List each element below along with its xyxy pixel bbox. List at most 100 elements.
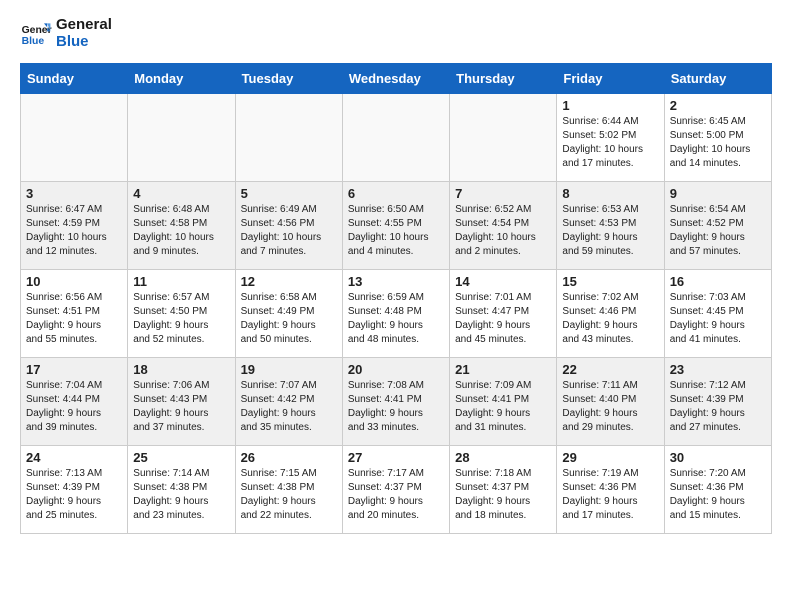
day-info: Sunrise: 7:02 AMSunset: 4:46 PMDaylight:… (562, 291, 658, 347)
day-number: 22 (562, 362, 658, 377)
week-row-5: 24Sunrise: 7:13 AMSunset: 4:39 PMDayligh… (21, 445, 772, 533)
day-info: Sunrise: 6:57 AMSunset: 4:50 PMDaylight:… (133, 291, 229, 347)
logo-icon: General Blue (20, 17, 52, 49)
day-number: 26 (241, 450, 337, 465)
day-info: Sunrise: 7:07 AMSunset: 4:42 PMDaylight:… (241, 379, 337, 435)
day-number: 13 (348, 274, 444, 289)
day-number: 25 (133, 450, 229, 465)
svg-text:Blue: Blue (22, 36, 45, 47)
day-cell: 10 Sunrise: 6:56 AMSunset: 4:51 PMDayligh… (21, 269, 128, 357)
day-cell: 12 Sunrise: 6:58 AMSunset: 4:49 PMDayligh… (235, 269, 342, 357)
day-info: Sunrise: 6:52 AMSunset: 4:54 PMDaylight:… (455, 203, 551, 259)
day-info: Sunrise: 6:45 AMSunset: 5:00 PMDaylight:… (670, 115, 766, 171)
day-cell: 15 Sunrise: 7:02 AMSunset: 4:46 PMDayligh… (557, 269, 664, 357)
logo-blue: Blue (56, 33, 112, 50)
day-number: 3 (26, 186, 122, 201)
day-cell: 17Sunrise: 7:04 AMSunset: 4:44 PMDayligh… (21, 357, 128, 445)
day-info: Sunrise: 7:18 AMSunset: 4:37 PMDaylight:… (455, 467, 551, 523)
day-info: Sunrise: 6:49 AMSunset: 4:56 PMDaylight:… (241, 203, 337, 259)
day-number: 7 (455, 186, 551, 201)
day-number: 27 (348, 450, 444, 465)
logo-general: General (56, 16, 112, 33)
calendar-table: SundayMondayTuesdayWednesdayThursdayFrid… (20, 63, 772, 534)
day-number: 8 (562, 186, 658, 201)
day-cell: 1Sunrise: 6:44 AMSunset: 5:02 PMDaylight… (557, 93, 664, 181)
page: General Blue General Blue SundayMondayTu… (0, 0, 792, 554)
weekday-header-wednesday: Wednesday (342, 63, 449, 93)
day-cell: 6 Sunrise: 6:50 AMSunset: 4:55 PMDaylight… (342, 181, 449, 269)
day-number: 9 (670, 186, 766, 201)
day-info: Sunrise: 6:48 AMSunset: 4:58 PMDaylight:… (133, 203, 229, 259)
day-cell: 20Sunrise: 7:08 AMSunset: 4:41 PMDayligh… (342, 357, 449, 445)
day-number: 19 (241, 362, 337, 377)
day-cell: 18Sunrise: 7:06 AMSunset: 4:43 PMDayligh… (128, 357, 235, 445)
day-number: 16 (670, 274, 766, 289)
day-number: 24 (26, 450, 122, 465)
day-info: Sunrise: 7:15 AMSunset: 4:38 PMDaylight:… (241, 467, 337, 523)
day-number: 6 (348, 186, 444, 201)
day-cell: 23 Sunrise: 7:12 AMSunset: 4:39 PMDayligh… (664, 357, 771, 445)
week-row-4: 17Sunrise: 7:04 AMSunset: 4:44 PMDayligh… (21, 357, 772, 445)
day-cell: 8 Sunrise: 6:53 AMSunset: 4:53 PMDaylight… (557, 181, 664, 269)
header: General Blue General Blue (20, 16, 772, 51)
day-cell: 5 Sunrise: 6:49 AMSunset: 4:56 PMDaylight… (235, 181, 342, 269)
weekday-header-tuesday: Tuesday (235, 63, 342, 93)
day-number: 23 (670, 362, 766, 377)
day-number: 5 (241, 186, 337, 201)
day-cell (450, 93, 557, 181)
day-info: Sunrise: 6:53 AMSunset: 4:53 PMDaylight:… (562, 203, 658, 259)
day-cell: 2 Sunrise: 6:45 AMSunset: 5:00 PMDaylight… (664, 93, 771, 181)
day-info: Sunrise: 6:50 AMSunset: 4:55 PMDaylight:… (348, 203, 444, 259)
week-row-1: 1Sunrise: 6:44 AMSunset: 5:02 PMDaylight… (21, 93, 772, 181)
day-info: Sunrise: 7:19 AMSunset: 4:36 PMDaylight:… (562, 467, 658, 523)
weekday-header-row: SundayMondayTuesdayWednesdayThursdayFrid… (21, 63, 772, 93)
week-row-2: 3 Sunrise: 6:47 AMSunset: 4:59 PMDaylight… (21, 181, 772, 269)
day-info: Sunrise: 7:17 AMSunset: 4:37 PMDaylight:… (348, 467, 444, 523)
day-cell (21, 93, 128, 181)
logo: General Blue General Blue (20, 16, 112, 51)
day-number: 20 (348, 362, 444, 377)
day-cell: 7 Sunrise: 6:52 AMSunset: 4:54 PMDaylight… (450, 181, 557, 269)
day-cell (128, 93, 235, 181)
day-cell: 11Sunrise: 6:57 AMSunset: 4:50 PMDayligh… (128, 269, 235, 357)
day-cell: 29 Sunrise: 7:19 AMSunset: 4:36 PMDayligh… (557, 445, 664, 533)
day-cell: 19 Sunrise: 7:07 AMSunset: 4:42 PMDayligh… (235, 357, 342, 445)
day-cell: 25 Sunrise: 7:14 AMSunset: 4:38 PMDayligh… (128, 445, 235, 533)
day-info: Sunrise: 6:44 AMSunset: 5:02 PMDaylight:… (562, 115, 658, 171)
day-cell: 9Sunrise: 6:54 AMSunset: 4:52 PMDaylight… (664, 181, 771, 269)
day-number: 14 (455, 274, 551, 289)
day-cell: 21Sunrise: 7:09 AMSunset: 4:41 PMDayligh… (450, 357, 557, 445)
day-number: 2 (670, 98, 766, 113)
day-cell: 3 Sunrise: 6:47 AMSunset: 4:59 PMDaylight… (21, 181, 128, 269)
day-number: 21 (455, 362, 551, 377)
day-cell (342, 93, 449, 181)
week-row-3: 10 Sunrise: 6:56 AMSunset: 4:51 PMDayligh… (21, 269, 772, 357)
day-info: Sunrise: 6:58 AMSunset: 4:49 PMDaylight:… (241, 291, 337, 347)
day-info: Sunrise: 7:11 AMSunset: 4:40 PMDaylight:… (562, 379, 658, 435)
day-number: 10 (26, 274, 122, 289)
day-cell: 14 Sunrise: 7:01 AMSunset: 4:47 PMDayligh… (450, 269, 557, 357)
day-cell: 16 Sunrise: 7:03 AMSunset: 4:45 PMDayligh… (664, 269, 771, 357)
day-info: Sunrise: 7:03 AMSunset: 4:45 PMDaylight:… (670, 291, 766, 347)
day-cell: 13Sunrise: 6:59 AMSunset: 4:48 PMDayligh… (342, 269, 449, 357)
day-info: Sunrise: 7:20 AMSunset: 4:36 PMDaylight:… (670, 467, 766, 523)
day-info: Sunrise: 7:04 AMSunset: 4:44 PMDaylight:… (26, 379, 122, 435)
day-number: 15 (562, 274, 658, 289)
day-cell: 24Sunrise: 7:13 AMSunset: 4:39 PMDayligh… (21, 445, 128, 533)
day-cell: 28 Sunrise: 7:18 AMSunset: 4:37 PMDayligh… (450, 445, 557, 533)
day-info: Sunrise: 7:01 AMSunset: 4:47 PMDaylight:… (455, 291, 551, 347)
day-cell (235, 93, 342, 181)
weekday-header-saturday: Saturday (664, 63, 771, 93)
day-number: 29 (562, 450, 658, 465)
day-info: Sunrise: 6:47 AMSunset: 4:59 PMDaylight:… (26, 203, 122, 259)
day-info: Sunrise: 7:14 AMSunset: 4:38 PMDaylight:… (133, 467, 229, 523)
day-cell: 22 Sunrise: 7:11 AMSunset: 4:40 PMDayligh… (557, 357, 664, 445)
day-cell: 26 Sunrise: 7:15 AMSunset: 4:38 PMDayligh… (235, 445, 342, 533)
weekday-header-thursday: Thursday (450, 63, 557, 93)
day-number: 12 (241, 274, 337, 289)
day-info: Sunrise: 6:56 AMSunset: 4:51 PMDaylight:… (26, 291, 122, 347)
day-number: 18 (133, 362, 229, 377)
day-number: 28 (455, 450, 551, 465)
day-info: Sunrise: 7:12 AMSunset: 4:39 PMDaylight:… (670, 379, 766, 435)
day-cell: 30Sunrise: 7:20 AMSunset: 4:36 PMDayligh… (664, 445, 771, 533)
